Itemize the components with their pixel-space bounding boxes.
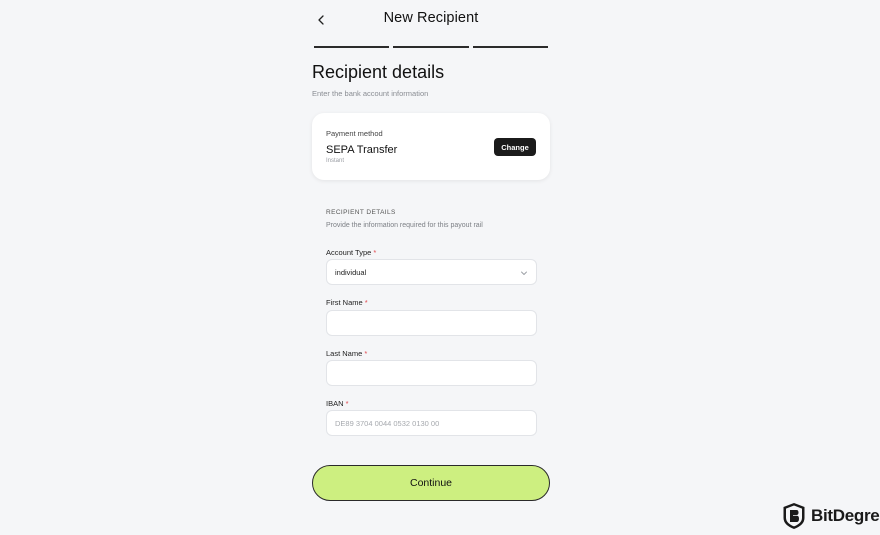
required-mark: * [345,399,349,408]
section-subheading: Enter the bank account information [312,89,429,98]
watermark-text: BitDegree [811,506,880,525]
progress-step [393,46,469,48]
iban-label: IBAN * [326,399,349,408]
change-button[interactable]: Change [494,138,536,156]
last-name-label: Last Name * [326,349,368,358]
account-type-select[interactable]: individual [326,259,537,285]
page-title: New Recipient [383,10,479,26]
payment-method-note: Instant [326,158,345,164]
first-name-label: First Name * [326,298,368,307]
required-mark: * [364,298,368,307]
progress-step [314,46,390,48]
bitdegree-logo-icon [783,503,805,529]
progress-steps [314,46,548,48]
last-name-input[interactable] [327,361,536,385]
required-mark: * [373,248,377,257]
account-type-value: individual [335,268,367,277]
first-name-input[interactable] [327,311,536,335]
recipient-details-subtitle: Provide the information required for thi… [326,222,483,229]
last-name-field [326,360,537,386]
iban-input[interactable] [327,411,536,435]
section-heading: Recipient details [312,62,445,82]
recipient-details-title: RECIPIENT DETAILS [326,209,396,216]
required-mark: * [364,349,368,358]
first-name-field [326,310,537,336]
watermark: BitDegree [782,502,880,530]
account-type-label: Account Type * [326,248,377,257]
header: New Recipient [312,10,550,32]
chevron-down-icon [521,271,527,275]
iban-field [326,410,537,436]
continue-button[interactable]: Continue [312,465,550,501]
progress-step [472,46,548,48]
payment-method-label: Payment method [326,129,383,138]
payment-method-card: Payment method SEPA Transfer Instant Cha… [312,113,550,180]
payment-method-value: SEPA Transfer [326,144,398,156]
